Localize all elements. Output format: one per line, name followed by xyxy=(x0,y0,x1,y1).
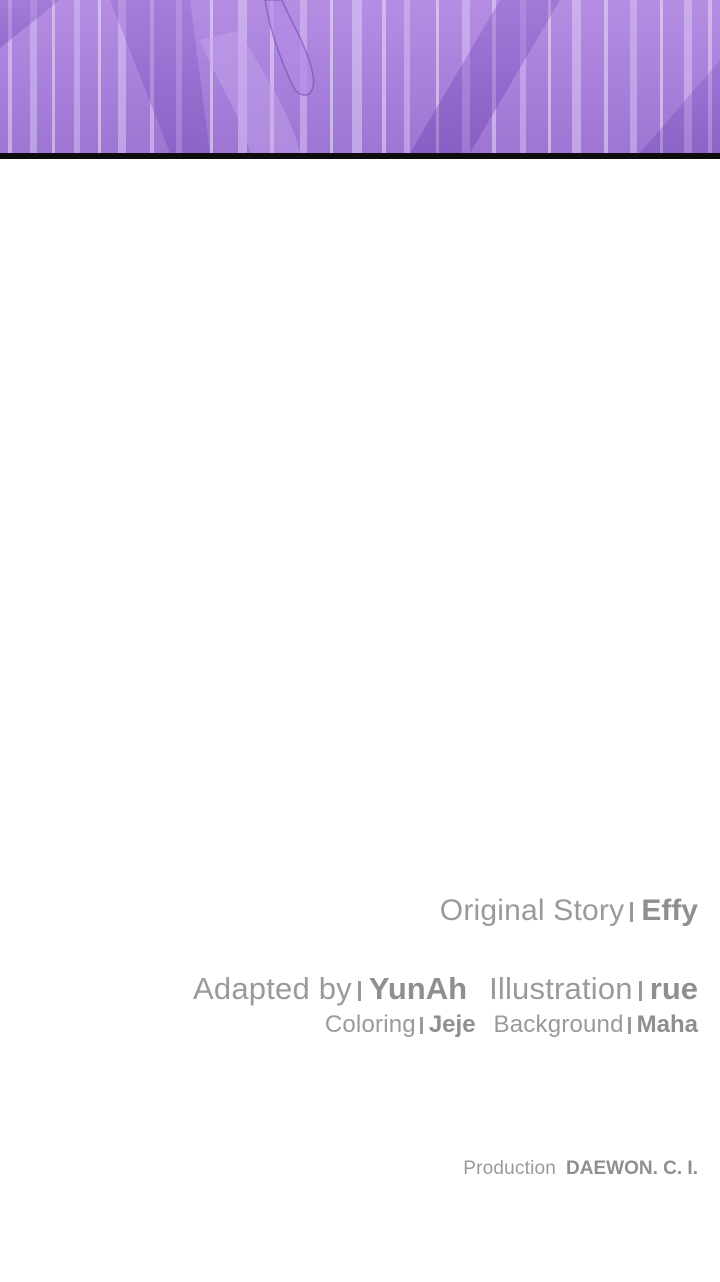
separator xyxy=(357,981,361,1001)
credit-original-story: Original Story Effy xyxy=(440,894,698,928)
comic-panel-artwork xyxy=(0,0,720,153)
credit-name: Effy xyxy=(641,894,698,927)
panel-border xyxy=(0,153,720,159)
credit-label: Adapted by xyxy=(193,971,352,1006)
credit-label: Illustration xyxy=(489,971,633,1006)
credit-name: Jeje xyxy=(428,1011,476,1038)
credit-production: Production DAEWON. C. I. xyxy=(463,1158,698,1180)
credit-label: Coloring xyxy=(324,1011,416,1038)
credit-name: DAEWON. C. I. xyxy=(566,1158,698,1179)
separator xyxy=(419,1017,423,1034)
credit-label: Background xyxy=(493,1011,624,1038)
credit-adapted-illustration: Adapted by YunAh Illustration rue xyxy=(193,971,698,1007)
purple-curtain-icon xyxy=(0,0,720,153)
credit-label: Production xyxy=(463,1158,557,1179)
credit-label: Original Story xyxy=(439,894,625,927)
separator xyxy=(638,981,642,1001)
credit-name: Maha xyxy=(636,1011,698,1038)
credit-coloring-background: Coloring Jeje Background Maha xyxy=(325,1011,698,1039)
separator xyxy=(627,1017,631,1034)
credit-name: YunAh xyxy=(368,971,468,1006)
credit-name: rue xyxy=(649,971,698,1006)
separator xyxy=(630,902,634,922)
